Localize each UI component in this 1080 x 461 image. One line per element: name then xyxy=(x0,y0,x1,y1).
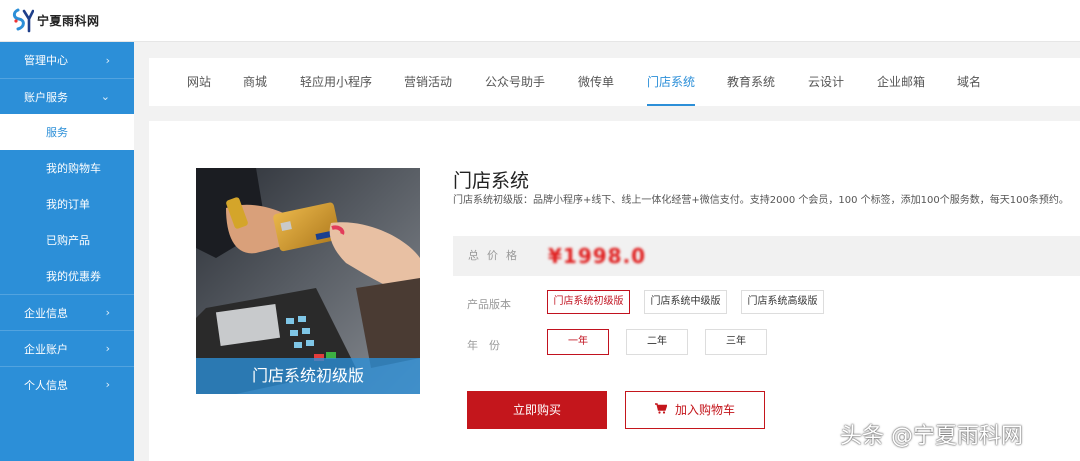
sidebar-item-label: 已购产品 xyxy=(46,234,90,247)
product-title: 门店系统 xyxy=(453,170,530,192)
tab-mini-program[interactable]: 轻应用小程序 xyxy=(300,58,372,106)
product-image: 门店系统初级版 xyxy=(196,168,420,394)
product-image-caption: 门店系统初级版 xyxy=(196,358,420,394)
product-tab-bar: 网站 商城 轻应用小程序 营销活动 公众号助手 微传单 门店系统 教育系统 云设… xyxy=(149,58,1080,106)
sidebar-item-label: 管理中心 xyxy=(24,54,68,67)
add-to-cart-button[interactable]: 加入购物车 xyxy=(625,391,765,429)
tab-marketing[interactable]: 营销活动 xyxy=(404,58,452,106)
product-description: 门店系统初级版：品牌小程序+线下、线上一体化经营+微信支付。支持2000 个会员… xyxy=(453,195,1069,206)
tab-micro-flyer[interactable]: 微传单 xyxy=(578,58,614,106)
sidebar-item-account-services[interactable]: 账户服务 ⌄ xyxy=(0,78,134,114)
watermark: 头条 @宁夏雨科网 xyxy=(840,424,1023,449)
version-option-basic[interactable]: 门店系统初级版 xyxy=(547,290,630,314)
cart-icon xyxy=(654,392,668,428)
year-label: 年 份 xyxy=(467,339,500,352)
logo[interactable]: 宁夏雨科网 xyxy=(12,5,100,35)
price-value: ¥1998.0 xyxy=(548,244,647,268)
sidebar-item-label: 我的购物车 xyxy=(46,162,101,175)
chevron-right-icon: › xyxy=(105,342,110,355)
add-to-cart-label: 加入购物车 xyxy=(674,403,735,417)
tab-website[interactable]: 网站 xyxy=(187,58,211,106)
price-label: 总价格 xyxy=(468,249,525,262)
tab-domain[interactable]: 域名 xyxy=(957,58,981,106)
sidebar-item-label: 我的订单 xyxy=(46,198,90,211)
logo-text: 宁夏雨科网 xyxy=(37,13,100,28)
sidebar-item-company-info[interactable]: 企业信息 › xyxy=(0,294,134,330)
chevron-right-icon: › xyxy=(105,306,110,319)
tab-cloud-design[interactable]: 云设计 xyxy=(808,58,844,106)
top-bar: 宁夏雨科网 xyxy=(0,0,1080,42)
version-option-advanced[interactable]: 门店系统高级版 xyxy=(741,290,824,314)
tab-official-account[interactable]: 公众号助手 xyxy=(485,58,545,106)
sidebar: 管理中心 › 账户服务 ⌄ 服务 我的购物车 我的订单 已购产品 我的优惠券 企… xyxy=(0,42,134,461)
tab-store-system[interactable]: 门店系统 xyxy=(647,58,696,106)
version-label: 产品版本 xyxy=(467,298,511,311)
sidebar-item-my-orders[interactable]: 我的订单 xyxy=(0,186,134,222)
sidebar-item-company-account[interactable]: 企业账户 › xyxy=(0,330,134,366)
buy-now-button[interactable]: 立即购买 xyxy=(467,391,607,429)
version-option-intermediate[interactable]: 门店系统中级版 xyxy=(644,290,727,314)
chevron-right-icon: › xyxy=(105,53,110,67)
sidebar-item-purchased-products[interactable]: 已购产品 xyxy=(0,222,134,258)
tab-education-system[interactable]: 教育系统 xyxy=(727,58,775,106)
sidebar-item-label: 我的优惠券 xyxy=(46,270,101,283)
price-box: 总价格 ¥1998.0 xyxy=(453,236,1080,276)
chevron-right-icon: › xyxy=(105,378,110,391)
sidebar-item-admin-center[interactable]: 管理中心 › xyxy=(0,42,134,78)
ys-logo-icon xyxy=(12,8,34,33)
year-option-3[interactable]: 三年 xyxy=(705,329,767,355)
sidebar-item-label: 账户服务 xyxy=(24,90,68,104)
sidebar-item-my-cart[interactable]: 我的购物车 xyxy=(0,150,134,186)
sidebar-item-label: 服务 xyxy=(46,126,68,139)
tab-enterprise-email[interactable]: 企业邮箱 xyxy=(877,58,925,106)
sidebar-item-services[interactable]: 服务 xyxy=(0,114,134,150)
tab-mall[interactable]: 商城 xyxy=(243,58,267,106)
sidebar-item-personal-info[interactable]: 个人信息 › xyxy=(0,366,134,402)
sidebar-item-label: 企业信息 xyxy=(24,306,68,320)
year-option-2[interactable]: 二年 xyxy=(626,329,688,355)
chevron-down-icon: ⌄ xyxy=(100,90,110,103)
sidebar-item-label: 个人信息 xyxy=(24,378,68,392)
sidebar-item-label: 企业账户 xyxy=(24,342,68,356)
sidebar-item-my-coupons[interactable]: 我的优惠券 xyxy=(0,258,134,294)
year-option-1[interactable]: 一年 xyxy=(547,329,609,355)
